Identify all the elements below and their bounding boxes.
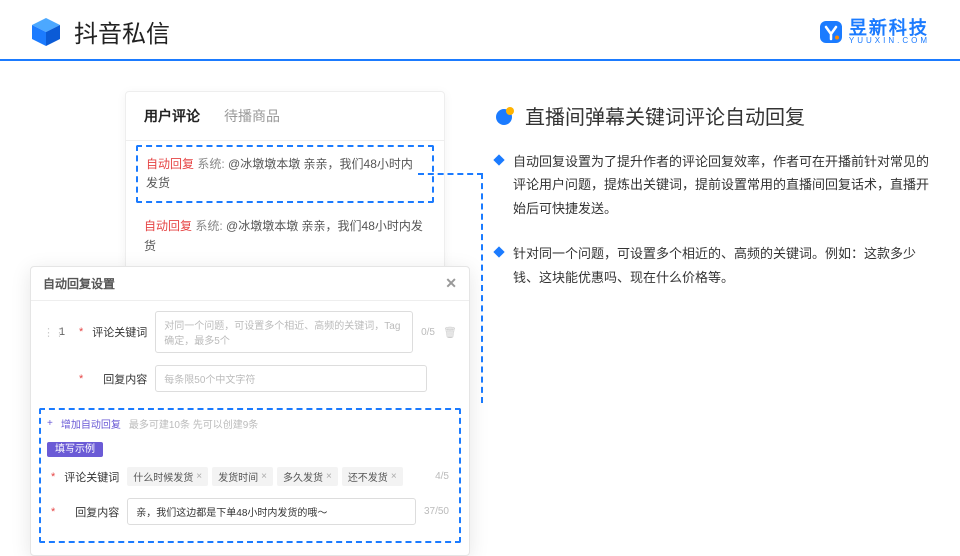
comment-item: 自动回复 系统: @冰墩墩本墩 亲亲，我们48小时内发货 (126, 207, 444, 265)
bullet-item: 针对同一个问题，可设置多个相近的、高频的关键词。例如：这款多少钱、这块能优惠吗、… (495, 242, 930, 289)
example-block: + 增加自动回复 最多可建10条 先可以创建9条 填写示例 * 评论关键词 什么… (39, 408, 461, 543)
chip-row: 什么时候发货× 发货时间× 多久发货× 还不发货× (127, 467, 427, 486)
header: 抖音私信 昱新科技 YUUXIN.COM (0, 0, 960, 59)
left-column: 用户评论 待播商品 自动回复 系统: @冰墩墩本墩 亲亲，我们48小时内发货 自… (30, 91, 465, 339)
example-chip-counter: 4/5 (435, 471, 449, 482)
row-number: 1 (59, 326, 71, 338)
bullet-text: 针对同一个问题，可设置多个相近的、高频的关键词。例如：这款多少钱、这块能优惠吗、… (513, 242, 930, 289)
settings-body: ⋮⋮ 1 * 评论关键词 对同一个问题，可设置多个相近、高频的关键词，Tag确定… (31, 301, 469, 555)
add-hint: 最多可建10条 先可以创建9条 (129, 416, 258, 431)
section-dot-icon (495, 106, 515, 126)
example-head: + 增加自动回复 最多可建10条 先可以创建9条 (47, 412, 453, 435)
tab-user-comments[interactable]: 用户评论 (144, 106, 200, 130)
chip-remove-icon: × (196, 471, 202, 482)
example-badge: 填写示例 (47, 442, 103, 457)
section-title: 直播间弹幕关键词评论自动回复 (525, 101, 805, 130)
settings-header: 自动回复设置 ✕ (31, 267, 469, 301)
bullet-item: 自动回复设置为了提升作者的评论回复效率，作者可在开播前针对常见的评论用户问题，提… (495, 150, 930, 220)
example-reply-row: * 回复内容 亲，我们这边都是下单48小时内发货的哦～ 37/50 (47, 492, 453, 531)
system-label: 系统: (195, 219, 226, 233)
plus-icon[interactable]: + (47, 418, 53, 429)
required-star-icon: * (79, 373, 83, 385)
drag-handle-icon[interactable]: ⋮⋮ (43, 326, 51, 339)
example-reply-counter: 37/50 (424, 506, 449, 517)
main-content: 用户评论 待播商品 自动回复 系统: @冰墩墩本墩 亲亲，我们48小时内发货 自… (0, 61, 960, 339)
chip-remove-icon: × (391, 471, 397, 482)
keyword-chip[interactable]: 发货时间× (212, 467, 273, 486)
auto-reply-prefix: 自动回复 (144, 219, 192, 233)
keyword-label: 评论关键词 (91, 324, 147, 340)
settings-title: 自动回复设置 (43, 275, 115, 292)
example-reply-input[interactable]: 亲，我们这边都是下单48小时内发货的哦～ (127, 498, 416, 525)
reply-input[interactable]: 每条限50个中文字符 (155, 365, 427, 392)
example-keyword-row: * 评论关键词 什么时候发货× 发货时间× 多久发货× 还不发货× 4/5 (47, 461, 453, 492)
comment-highlighted: 自动回复 系统: @冰墩墩本墩 亲亲，我们48小时内发货 (136, 145, 434, 203)
reply-label: 回复内容 (91, 371, 147, 387)
keyword-row: ⋮⋮ 1 * 评论关键词 对同一个问题，可设置多个相近、高频的关键词，Tag确定… (39, 305, 461, 359)
comment-item: 自动回复 系统: @冰墩墩本墩 亲亲，我们48小时内发货 (146, 155, 424, 193)
reply-row: * 回复内容 每条限50个中文字符 (39, 359, 461, 398)
diamond-icon (493, 154, 504, 165)
company-text: 昱新科技 YUUXIN.COM (849, 19, 930, 45)
required-star-icon: * (79, 326, 83, 338)
auto-reply-settings-panel: 自动回复设置 ✕ ⋮⋮ 1 * 评论关键词 对同一个问题，可设置多个相近、高频的… (30, 266, 470, 556)
company-logo: 昱新科技 YUUXIN.COM (819, 19, 930, 45)
example-reply-label: 回复内容 (63, 504, 119, 520)
comment-tabs: 用户评论 待播商品 (126, 100, 444, 141)
company-name: 昱新科技 (849, 19, 930, 37)
company-logo-icon (819, 20, 843, 44)
bullet-text: 自动回复设置为了提升作者的评论回复效率，作者可在开播前针对常见的评论用户问题，提… (513, 150, 930, 220)
keyword-input[interactable]: 对同一个问题，可设置多个相近、高频的关键词，Tag确定，最多5个 (155, 311, 413, 353)
keyword-chip[interactable]: 多久发货× (277, 467, 338, 486)
right-column: 直播间弹幕关键词评论自动回复 自动回复设置为了提升作者的评论回复效率，作者可在开… (495, 91, 930, 339)
chip-remove-icon: × (326, 471, 332, 482)
cube-logo-icon (30, 16, 62, 48)
required-star-icon: * (51, 471, 55, 483)
keyword-counter: 0/5 (421, 327, 435, 338)
keyword-chip[interactable]: 什么时候发货× (127, 467, 208, 486)
system-label: 系统: (197, 157, 228, 171)
required-star-icon: * (51, 506, 55, 518)
diamond-icon (493, 247, 504, 258)
header-left: 抖音私信 (30, 14, 170, 49)
example-keyword-label: 评论关键词 (63, 469, 119, 485)
add-auto-reply-link[interactable]: 增加自动回复 (61, 416, 121, 431)
auto-reply-prefix: 自动回复 (146, 157, 194, 171)
chip-remove-icon: × (261, 471, 267, 482)
section-head: 直播间弹幕关键词评论自动回复 (495, 101, 930, 130)
delete-icon[interactable]: 🗑 (443, 326, 457, 339)
keyword-chip[interactable]: 还不发货× (342, 467, 403, 486)
tab-pending-products[interactable]: 待播商品 (224, 106, 280, 130)
company-domain: YUUXIN.COM (849, 37, 930, 45)
close-icon[interactable]: ✕ (445, 275, 457, 292)
page-title: 抖音私信 (74, 14, 170, 49)
